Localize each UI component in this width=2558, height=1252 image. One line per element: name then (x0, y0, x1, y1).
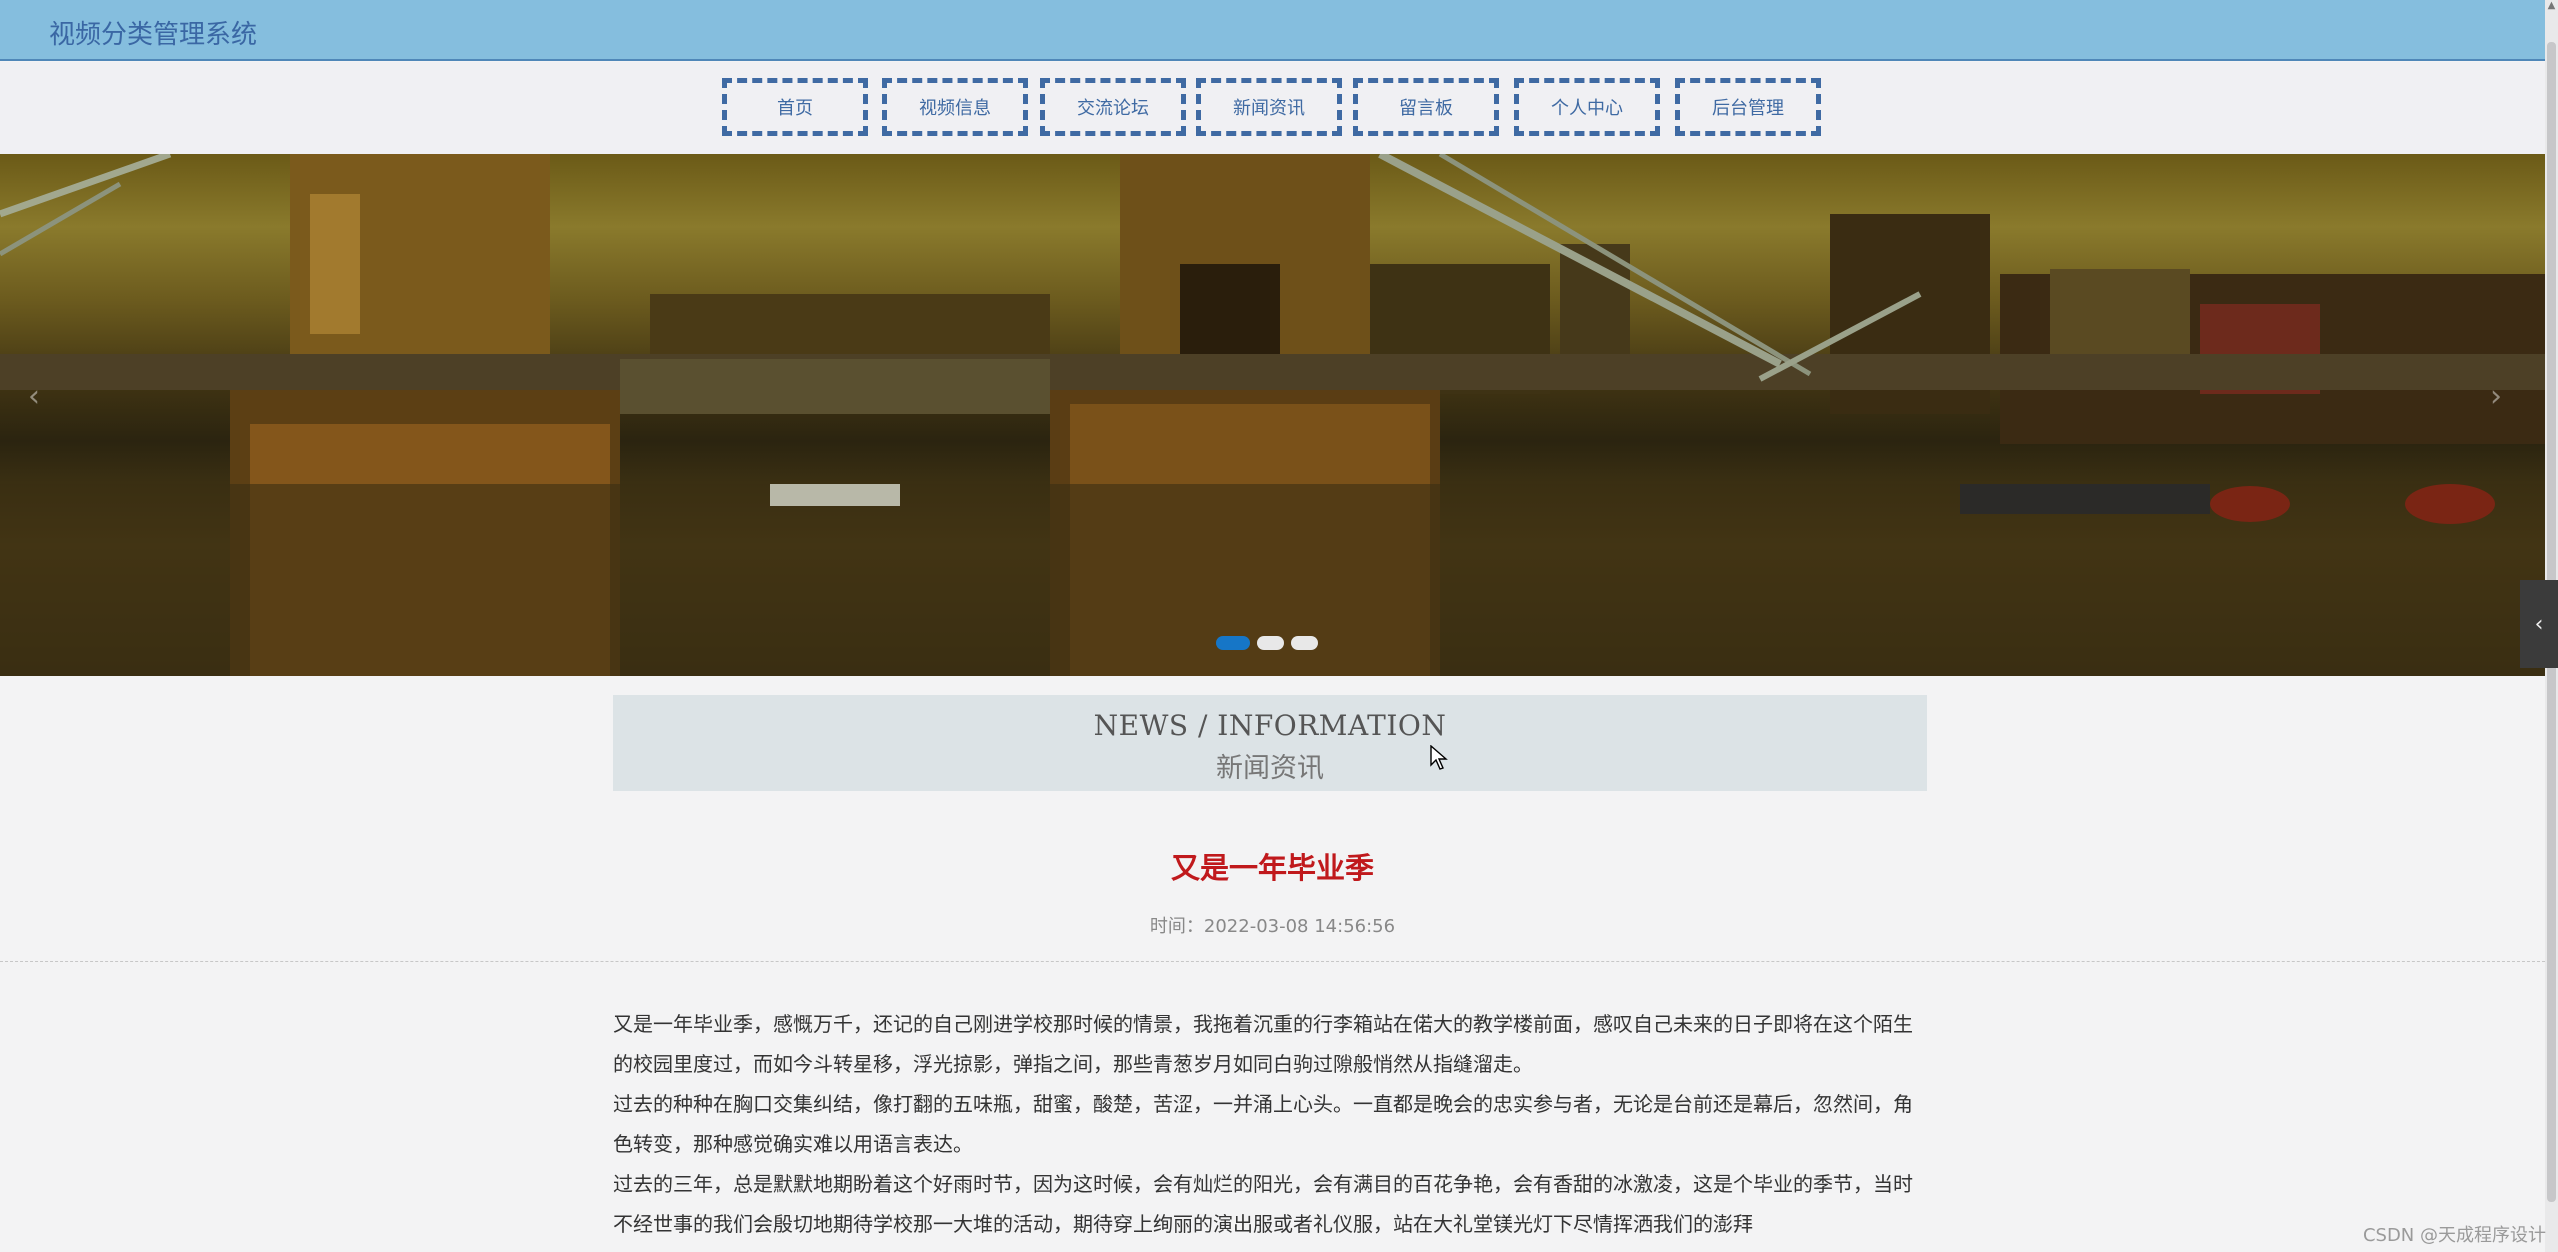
carousel-next-icon[interactable]: › (2490, 379, 2502, 414)
article-time: 时间：2022-03-08 14:56:56 (1149, 916, 1396, 937)
nav-item-home[interactable]: 首页 (722, 78, 868, 136)
carousel-dot-3[interactable] (1291, 636, 1318, 650)
carousel-dot-1[interactable] (1216, 636, 1250, 650)
top-header: 视频分类管理系统 (0, 0, 2545, 61)
carousel-dot-2[interactable] (1257, 636, 1284, 650)
nav-item-forum[interactable]: 交流论坛 (1040, 78, 1186, 136)
section-title-cn: 新闻资讯 (1216, 753, 1324, 784)
nav-item-profile[interactable]: 个人中心 (1514, 78, 1660, 136)
site-title: 视频分类管理系统 (49, 20, 258, 50)
main-nav: 首页 视频信息 交流论坛 新闻资讯 留言板 个人中心 后台管理 (0, 62, 2545, 154)
section-header: NEWS / INFORMATION 新闻资讯 (613, 695, 1927, 791)
nav-item-admin[interactable]: 后台管理 (1675, 78, 1821, 136)
chevron-left-icon: ‹ (2534, 611, 2544, 637)
article-paragraph: 过去的三年，总是默默地期盼着这个好雨时节，因为这时候，会有灿烂的阳光，会有满目的… (613, 1172, 1913, 1236)
article-title: 又是一年毕业季 (1170, 851, 1374, 885)
article-paragraph: 又是一年毕业季，感慨万千，还记的自己刚进学校那时候的情景，我拖着沉重的行李箱站在… (613, 1012, 1913, 1076)
watermark: CSDN @天成程序设计 (2362, 1225, 2546, 1246)
nav-item-videos[interactable]: 视频信息 (882, 78, 1028, 136)
banner-image (0, 154, 2545, 676)
article-paragraph: 过去的种种在胸口交集纠结，像打翻的五味瓶，甜蜜，酸楚，苦涩，一并涌上心头。一直都… (613, 1092, 1913, 1156)
nav-item-messages[interactable]: 留言板 (1353, 78, 1499, 136)
side-toggle-button[interactable]: ‹ (2520, 580, 2558, 668)
carousel-prev-icon[interactable]: ‹ (28, 379, 40, 414)
carousel-indicators (1216, 635, 1325, 654)
mouse-cursor-icon (1430, 745, 1448, 770)
nav-item-news[interactable]: 新闻资讯 (1196, 78, 1342, 136)
banner-carousel[interactable]: ‹ › (0, 154, 2545, 676)
scroll-up-icon[interactable]: ▲ (2547, 0, 2556, 18)
article-body: 又是一年毕业季，感慨万千，还记的自己刚进学校那时候的情景，我拖着沉重的行李箱站在… (613, 1004, 1927, 1244)
section-title-en: NEWS / INFORMATION (1093, 709, 1447, 742)
divider (0, 961, 2545, 962)
